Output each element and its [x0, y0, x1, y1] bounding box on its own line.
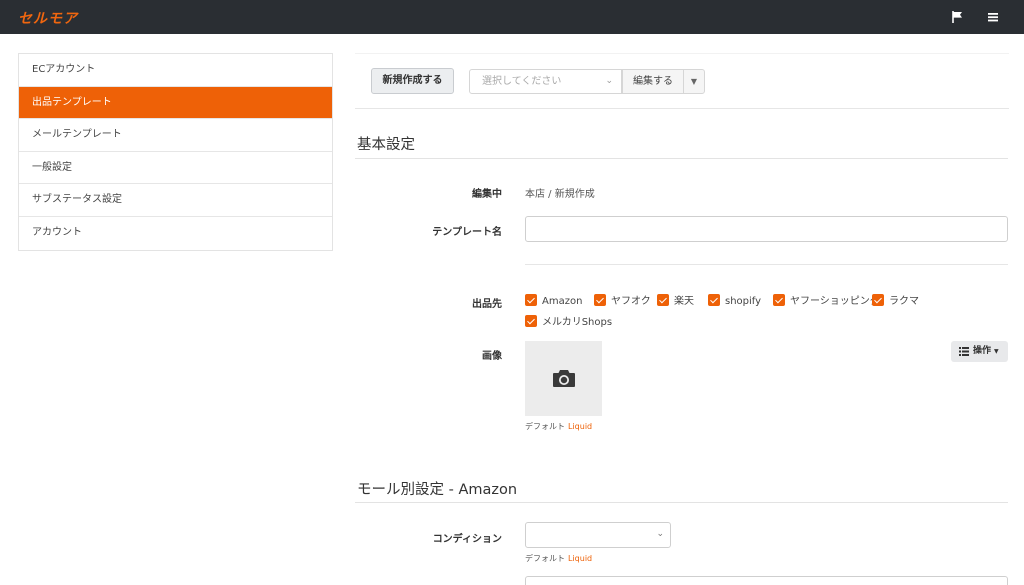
sidebar-nav: ECアカウント 出品テンプレート メールテンプレート 一般設定 サブステータス設…	[18, 53, 333, 251]
condition-default-hint: デフォルト Liquid	[525, 554, 593, 563]
destination-checkbox-rakuten[interactable]: 楽天	[657, 294, 694, 308]
mall-settings-title: モール別設定 - Amazon	[357, 482, 518, 498]
edit-template-button[interactable]: 編集する	[622, 69, 684, 94]
flag-icon[interactable]	[950, 9, 966, 25]
editing-value: 本店 / 新規作成	[525, 189, 595, 200]
caret-down-icon: ▼	[994, 348, 999, 355]
condition-select[interactable]: ⌄	[525, 522, 671, 548]
destination-checkbox-yahoo-shopping[interactable]: ヤフーショッピング	[773, 294, 880, 308]
checkbox-checked-icon	[525, 315, 537, 327]
checkbox-checked-icon	[525, 294, 537, 306]
camera-icon	[553, 370, 575, 387]
chevron-down-icon: ⌄	[656, 529, 664, 539]
template-toolbar: 新規作成する 選択してください ⌄ 編集する ▼	[355, 53, 1009, 109]
next-field-input[interactable]	[525, 576, 1008, 585]
destination-checkbox-rakuma[interactable]: ラクマ	[872, 294, 919, 308]
app-logo[interactable]: セルモア	[18, 8, 78, 28]
new-template-button[interactable]: 新規作成する	[371, 68, 454, 94]
image-upload-area[interactable]	[525, 341, 602, 416]
checkbox-checked-icon	[594, 294, 606, 306]
destination-checkbox-mercari-shops[interactable]: メルカリShops	[525, 315, 612, 329]
basic-settings-title: 基本設定	[357, 137, 415, 153]
checkbox-checked-icon	[657, 294, 669, 306]
sidebar-item-account[interactable]: アカウント	[19, 217, 332, 250]
liquid-link[interactable]: Liquid	[568, 422, 592, 431]
destination-checkbox-yahuoku[interactable]: ヤフオク	[594, 294, 651, 308]
template-select[interactable]: 選択してください ⌄	[469, 69, 622, 94]
menu-icon[interactable]	[985, 9, 1001, 25]
liquid-link[interactable]: Liquid	[568, 554, 592, 563]
checkbox-checked-icon	[773, 294, 785, 306]
list-icon	[959, 347, 969, 356]
editing-label: 編集中	[472, 189, 502, 200]
sidebar-item-ec-account[interactable]: ECアカウント	[19, 54, 332, 87]
destinations-label: 出品先	[472, 299, 502, 310]
edit-dropdown-toggle[interactable]: ▼	[683, 69, 705, 94]
sidebar-item-listing-template[interactable]: 出品テンプレート	[19, 86, 332, 120]
checkbox-checked-icon	[872, 294, 884, 306]
image-label: 画像	[482, 351, 502, 362]
image-default-hint: デフォルト Liquid	[525, 422, 593, 431]
chevron-down-icon: ⌄	[605, 76, 613, 86]
condition-label: コンディション	[432, 534, 502, 545]
section-divider	[355, 158, 1008, 159]
destination-checkbox-shopify[interactable]: shopify	[708, 294, 761, 308]
sidebar-item-mail-template[interactable]: メールテンプレート	[19, 119, 332, 152]
field-divider	[525, 264, 1008, 265]
section-divider	[355, 502, 1008, 503]
destination-checkbox-amazon[interactable]: Amazon	[525, 294, 582, 308]
template-name-input[interactable]	[525, 216, 1008, 242]
sidebar-item-substatus-settings[interactable]: サブステータス設定	[19, 184, 332, 217]
template-name-label: テンプレート名	[432, 227, 502, 238]
sidebar-item-general-settings[interactable]: 一般設定	[19, 152, 332, 185]
template-select-placeholder: 選択してください	[482, 76, 562, 87]
operation-dropdown-button[interactable]: 操作 ▼	[951, 341, 1008, 362]
checkbox-checked-icon	[708, 294, 720, 306]
top-navbar: セルモア	[0, 0, 1024, 34]
